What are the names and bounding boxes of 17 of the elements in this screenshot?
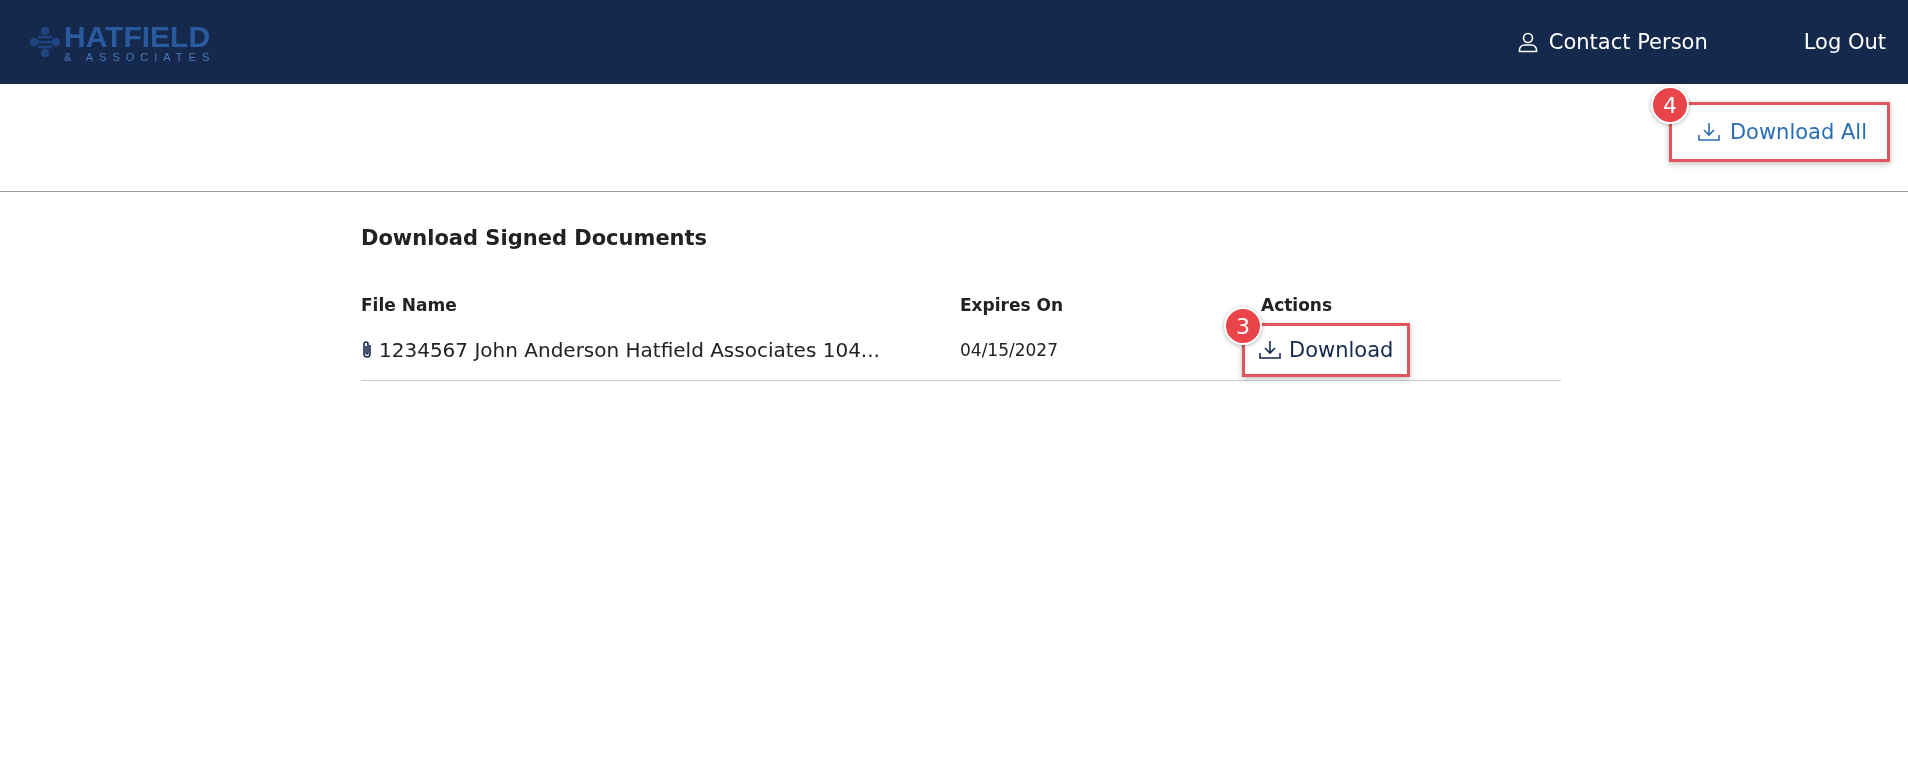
page-title: Download Signed Documents xyxy=(361,226,709,250)
logout-link[interactable]: Log Out xyxy=(1803,30,1886,54)
download-icon xyxy=(1697,122,1720,142)
expiry-date: 04/15/2027 xyxy=(960,340,1059,360)
step-badge: 3 xyxy=(1224,307,1262,345)
step-badge: 4 xyxy=(1650,86,1689,124)
logo-tagline: & ASSOCIATES xyxy=(64,51,216,63)
column-header: Expires On xyxy=(960,295,1065,315)
logo-icon xyxy=(30,27,60,57)
profile-link[interactable]: Contact Person xyxy=(1516,30,1708,54)
download-icon xyxy=(1259,340,1281,360)
column-header: Actions xyxy=(1261,295,1334,315)
file-name: 1234567 John Anderson Hatfield Associates 104... xyxy=(379,338,880,362)
paperclip-icon xyxy=(361,340,373,360)
logo-name: HATFIELD xyxy=(64,21,212,52)
user-icon xyxy=(1516,31,1539,53)
column-header: File Name xyxy=(361,295,458,315)
